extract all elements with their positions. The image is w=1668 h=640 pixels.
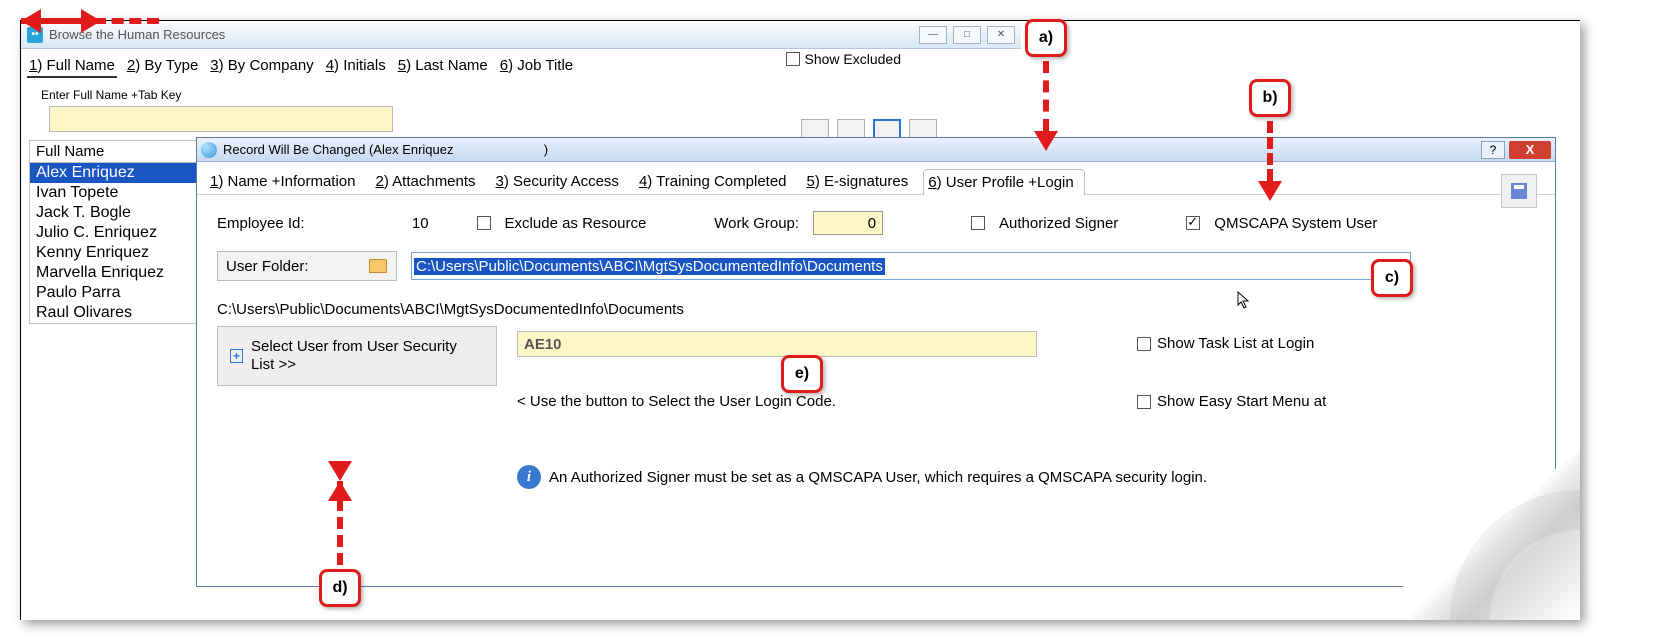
show-excluded-row: Show Excluded <box>786 51 901 67</box>
tab-by-type[interactable]: 2) By Type <box>125 55 200 78</box>
list-item[interactable]: Marvella Enriquez <box>30 263 208 283</box>
select-user-button[interactable]: + Select User from User Security List >> <box>217 326 497 386</box>
names-list: Full Name Alex Enriquez Ivan Topete Jack… <box>29 140 209 324</box>
window-buttons: — □ ✕ <box>919 26 1015 44</box>
tab-attachments[interactable]: 2) Attachments <box>370 168 486 194</box>
record-dialog: Record Will Be Changed (Alex Enriquez ) … <box>196 137 1556 587</box>
dialog-title-bar: Record Will Be Changed (Alex Enriquez ) … <box>197 138 1555 162</box>
list-item[interactable]: Alex Enriquez <box>30 163 208 183</box>
sys-user-label: QMSCAPA System User <box>1214 215 1377 232</box>
path-selected-text: C:\Users\Public\Documents\ABCI\MgtSysDoc… <box>414 258 885 275</box>
login-hint: < Use the button to Select the User Logi… <box>517 393 836 410</box>
show-task-label: Show Task List at Login <box>1157 335 1314 352</box>
work-group-input[interactable]: 0 <box>813 211 883 235</box>
show-task-checkbox[interactable] <box>1137 337 1151 351</box>
maximize-button[interactable]: □ <box>953 26 981 44</box>
employee-id-value: 10 <box>399 215 429 232</box>
list-header: Full Name <box>30 141 208 163</box>
tab-security-access[interactable]: 3) Security Access <box>491 168 630 194</box>
sys-user-checkbox[interactable] <box>1186 216 1200 230</box>
annotation-a: a) <box>1025 19 1067 57</box>
show-easy-checkbox[interactable] <box>1137 395 1151 409</box>
outer-window-title: Browse the Human Resources <box>49 27 225 42</box>
tab-esignatures[interactable]: 5) E-signatures <box>802 168 920 194</box>
tab-name-info[interactable]: 1) Name +Information <box>205 168 366 194</box>
dialog-tabs: 1) Name +Information 2) Attachments 3) S… <box>197 162 1555 195</box>
show-easy-label: Show Easy Start Menu at <box>1157 393 1326 410</box>
screenshot-root: Browse the Human Resources — □ ✕ 1) Full… <box>20 20 1580 620</box>
tab-job-title[interactable]: 6) Job Title <box>498 55 575 78</box>
tab-training[interactable]: 4) Training Completed <box>634 168 798 194</box>
help-button[interactable]: ? <box>1481 141 1505 159</box>
info-icon: i <box>517 465 541 489</box>
enter-name-hint: Enter Full Name +Tab Key <box>21 82 1021 102</box>
show-excluded-checkbox[interactable] <box>786 52 800 66</box>
work-group-label: Work Group: <box>714 215 799 232</box>
login-code-field[interactable]: AE10 <box>517 331 1037 357</box>
dialog-title: Record Will Be Changed (Alex Enriquez ) <box>223 142 548 157</box>
list-item[interactable]: Julio C. Enriquez <box>30 223 208 243</box>
plus-icon: + <box>230 349 243 363</box>
list-item[interactable]: Ivan Topete <box>30 183 208 203</box>
exclude-label: Exclude as Resource <box>505 215 647 232</box>
tab-last-name[interactable]: 5) Last Name <box>396 55 490 78</box>
employee-id-label: Employee Id: <box>217 215 305 232</box>
folder-icon <box>369 259 387 273</box>
tab-user-profile[interactable]: 6) User Profile +Login <box>923 169 1085 195</box>
annotation-d: d) <box>319 569 361 607</box>
full-name-input[interactable] <box>49 106 393 132</box>
minimize-button[interactable]: — <box>919 26 947 44</box>
annotation-e: e) <box>781 355 823 393</box>
annotation-c: c) <box>1371 259 1413 297</box>
tab-initials[interactable]: 4) Initials <box>324 55 388 78</box>
exclude-checkbox[interactable] <box>477 216 491 230</box>
tab-by-company[interactable]: 3) By Company <box>208 55 315 78</box>
close-button[interactable]: ✕ <box>987 26 1015 44</box>
auth-signer-checkbox[interactable] <box>971 216 985 230</box>
user-folder-button[interactable]: User Folder: <box>217 251 397 281</box>
dialog-body: Employee Id: 10 Exclude as Resource Work… <box>197 195 1555 418</box>
list-item[interactable]: Kenny Enriquez <box>30 243 208 263</box>
dialog-close-button[interactable]: X <box>1509 141 1551 159</box>
info-text: An Authorized Signer must be set as a QM… <box>549 469 1207 486</box>
list-item[interactable]: Paulo Parra <box>30 283 208 303</box>
globe-icon <box>201 142 217 158</box>
user-folder-input[interactable]: C:\Users\Public\Documents\ABCI\MgtSysDoc… <box>411 252 1411 280</box>
mouse-cursor-icon <box>1237 291 1251 309</box>
info-row: i An Authorized Signer must be set as a … <box>517 465 1207 489</box>
path-display: C:\Users\Public\Documents\ABCI\MgtSysDoc… <box>217 297 1535 326</box>
show-excluded-label: Show Excluded <box>804 51 901 67</box>
list-item[interactable]: Raul Olivares <box>30 303 208 323</box>
floppy-icon <box>1511 183 1527 199</box>
save-button[interactable] <box>1501 174 1537 208</box>
tab-full-name[interactable]: 1) Full Name <box>27 55 117 78</box>
annotation-b: b) <box>1249 79 1291 117</box>
outer-title-bar: Browse the Human Resources — □ ✕ <box>21 21 1021 49</box>
auth-signer-label: Authorized Signer <box>999 215 1118 232</box>
list-item[interactable]: Jack T. Bogle <box>30 203 208 223</box>
